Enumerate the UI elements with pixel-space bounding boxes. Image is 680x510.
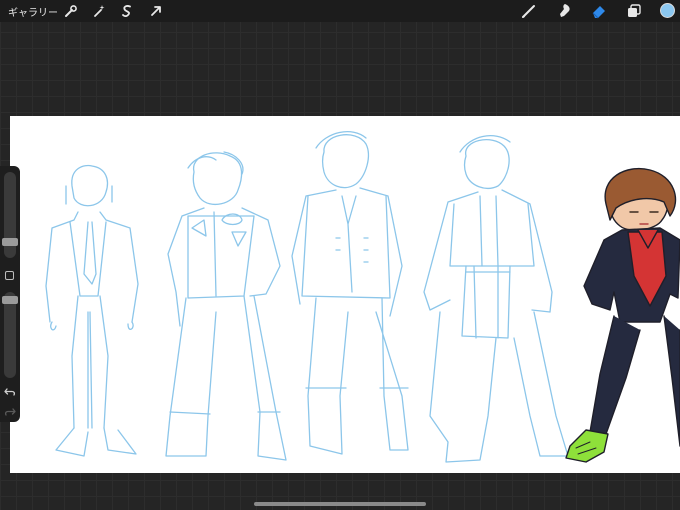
transform-arrow-icon[interactable] [148, 3, 164, 19]
gallery-button[interactable]: ギャラリー [8, 4, 58, 19]
redo-icon[interactable] [3, 404, 17, 418]
canvas-artwork [45, 131, 680, 463]
figure-1 [45, 164, 139, 457]
smudge-icon[interactable] [556, 2, 574, 20]
home-indicator[interactable] [254, 502, 426, 506]
color-picker-button[interactable] [660, 3, 675, 18]
magic-wand-icon[interactable] [91, 3, 107, 19]
left-sidebar [0, 166, 20, 422]
top-toolbar: ギャラリー [0, 0, 680, 22]
figure-3 [291, 131, 409, 455]
brush-size-slider[interactable] [2, 172, 18, 258]
brush-size-thumb[interactable] [2, 238, 18, 246]
figure-5-colored [565, 168, 680, 463]
brush-icon[interactable] [520, 2, 538, 20]
drawing-canvas[interactable] [10, 116, 680, 473]
brush-opacity-thumb[interactable] [2, 296, 18, 304]
wrench-icon[interactable] [63, 3, 79, 19]
eraser-icon[interactable] [590, 2, 608, 20]
layers-icon[interactable] [625, 2, 643, 20]
modify-square-icon[interactable] [5, 271, 14, 280]
selection-icon[interactable] [119, 3, 135, 19]
figure-4 [423, 135, 569, 463]
figure-2 [165, 151, 287, 461]
brush-opacity-slider[interactable] [2, 292, 18, 378]
undo-icon[interactable] [3, 384, 17, 398]
